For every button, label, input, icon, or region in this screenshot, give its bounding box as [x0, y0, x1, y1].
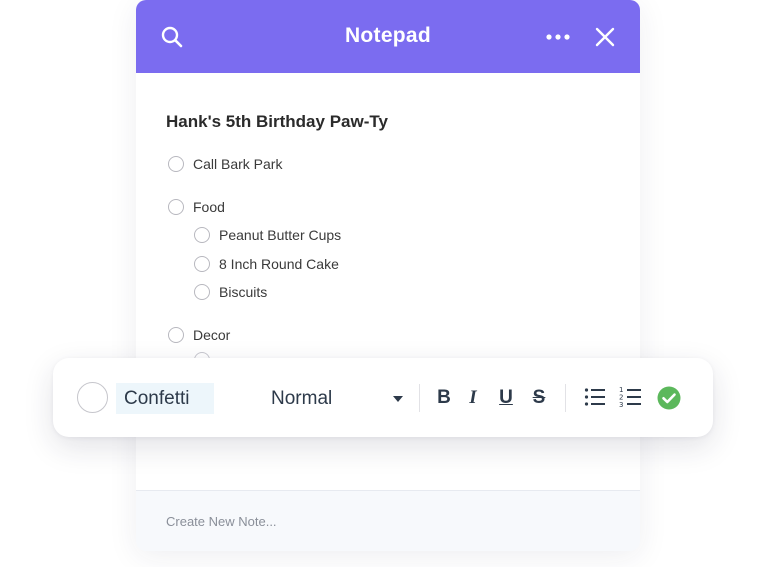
checklist-subitem: Biscuits [194, 284, 267, 300]
checklist-subitem: Peanut Butter Cups [194, 227, 341, 243]
checklist-item: Call Bark Park [168, 156, 282, 172]
text-style-dropdown[interactable]: Normal [271, 383, 407, 414]
item-text-input[interactable] [116, 383, 214, 414]
toolbar-divider [419, 384, 420, 412]
close-icon[interactable] [593, 25, 617, 49]
italic-button[interactable]: I [462, 385, 484, 411]
item-checkbox[interactable] [168, 199, 184, 215]
item-label: Food [193, 199, 225, 215]
checklist-subitem: 8 Inch Round Cake [194, 256, 339, 272]
item-checkbox[interactable] [194, 284, 210, 300]
notepad-window: Notepad Hank's 5th Birthday Paw-Ty Call … [136, 0, 640, 551]
note-footer [136, 490, 640, 551]
more-dots-icon[interactable] [545, 28, 571, 46]
note-title: Hank's 5th Birthday Paw-Ty [166, 112, 388, 131]
notepad-header: Notepad [136, 0, 640, 73]
caret-down-icon [393, 396, 403, 402]
item-checkbox[interactable] [194, 256, 210, 272]
item-checkbox[interactable] [168, 327, 184, 343]
strikethrough-button[interactable]: S [528, 385, 550, 411]
checklist-item: Decor [168, 327, 230, 343]
text-style-value: Normal [271, 387, 333, 409]
item-label: Decor [193, 327, 231, 343]
underline-button[interactable]: U [495, 385, 517, 411]
check-circle-icon[interactable] [657, 386, 681, 410]
item-checkbox[interactable] [168, 156, 184, 172]
item-label: 8 Inch Round Cake [219, 256, 339, 272]
bullet-list-icon[interactable] [583, 385, 607, 409]
numbered-list-icon[interactable]: 1 2 3 [619, 385, 643, 409]
bold-button[interactable]: B [433, 385, 455, 411]
item-checkbox[interactable] [194, 227, 210, 243]
item-label: Peanut Butter Cups [219, 227, 342, 243]
create-note-input[interactable] [166, 510, 466, 532]
checklist-item: Food [168, 199, 225, 215]
item-label: Call Bark Park [193, 156, 283, 172]
toolbar-divider [565, 384, 566, 412]
item-label: Biscuits [219, 284, 268, 300]
editor-toolbar: Normal B I U S 1 2 3 [53, 358, 713, 437]
svg-text:3: 3 [619, 401, 623, 409]
new-item-checkbox[interactable] [77, 382, 108, 413]
